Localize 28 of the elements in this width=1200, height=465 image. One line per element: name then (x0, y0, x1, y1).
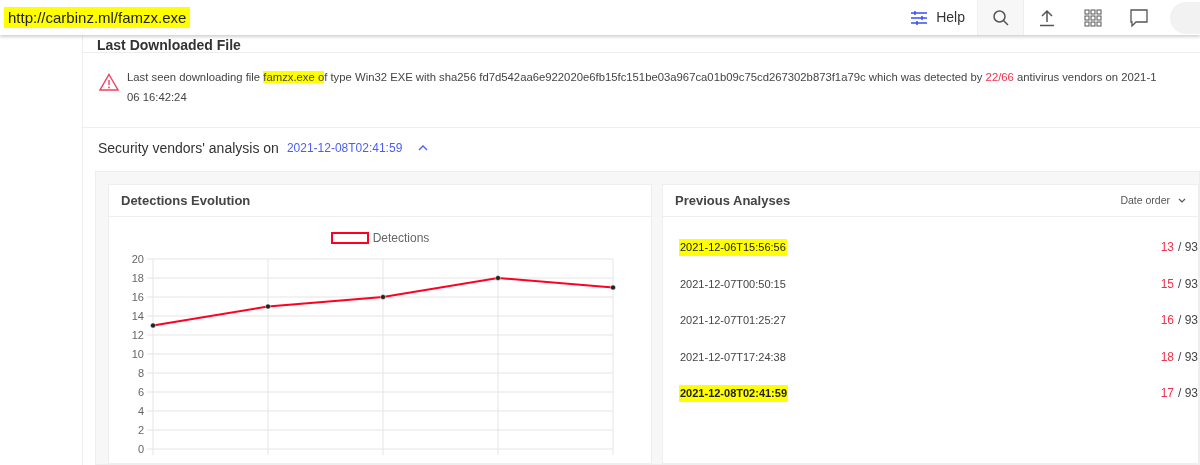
y-tick-label: 2 (137, 424, 144, 436)
detection-count: 15 (1160, 275, 1174, 293)
y-tick-label: 18 (131, 272, 144, 284)
detection-count: 13 (1160, 239, 1174, 257)
y-tick-label: 20 (131, 253, 144, 265)
y-tick-label: 16 (131, 291, 144, 303)
download-timestamp: 06 16:42:24 (127, 90, 188, 105)
legend-label: Detections (372, 230, 430, 247)
y-tick-label: 12 (131, 329, 144, 341)
section-title: Last Downloaded File (97, 38, 241, 52)
y-tick-label: 8 (137, 367, 144, 379)
engine-total: / 93 (1178, 239, 1198, 257)
y-tick-label: 14 (131, 310, 144, 322)
analysis-heading: Security vendors' analysis on (98, 138, 279, 158)
card-title: Detections Evolution (121, 191, 251, 210)
y-tick-label: 0 (137, 443, 144, 455)
engine-total: / 93 (1178, 275, 1198, 293)
detection-count: 18 (1160, 348, 1174, 366)
engine-total: / 93 (1178, 385, 1198, 403)
detection-count: 17 (1160, 385, 1174, 403)
y-tick-label: 6 (137, 386, 144, 398)
card-title: Previous Analyses (675, 191, 791, 210)
y-tick-label: 10 (131, 348, 144, 360)
engine-total: / 93 (1178, 348, 1198, 366)
y-tick-label: 4 (137, 405, 144, 417)
line-chart: 0 2 4 6 8 10 12 14 16 18 20 (109, 251, 653, 463)
detection-count: 16 (1160, 312, 1174, 330)
engine-total: / 93 (1178, 312, 1198, 330)
